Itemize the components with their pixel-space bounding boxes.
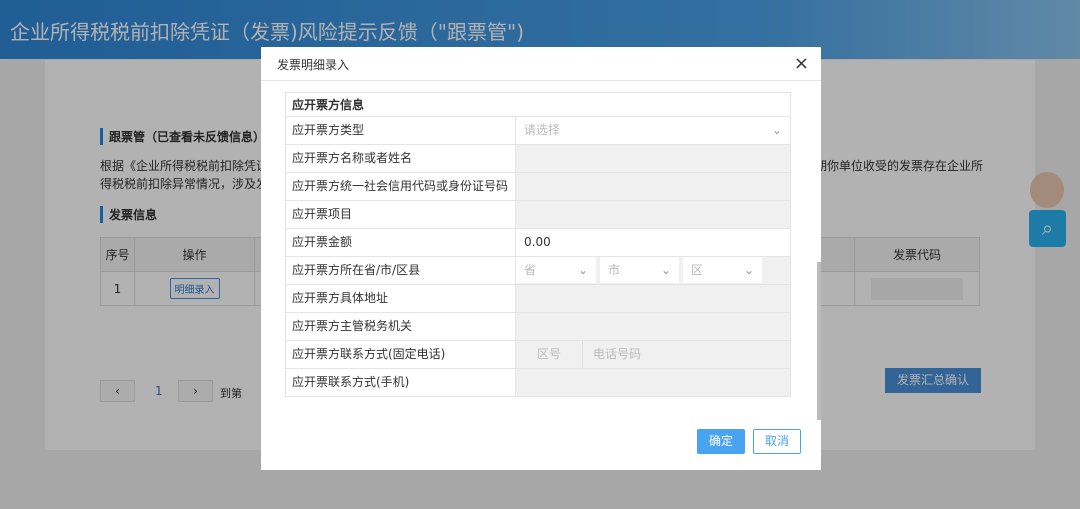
- area-code-input[interactable]: 区号: [516, 341, 583, 368]
- field-label: 应开票方所在省/市/区县: [286, 257, 516, 284]
- invoice-item-input[interactable]: [516, 201, 790, 228]
- scrollbar[interactable]: [817, 262, 821, 420]
- credit-code-input[interactable]: [516, 173, 790, 200]
- chevron-down-icon: ⌄: [771, 123, 782, 137]
- field-label: 应开票方联系方式(固定电话): [286, 341, 516, 368]
- field-label: 应开票方具体地址: [286, 285, 516, 312]
- section-issuer-info: 应开票方信息: [285, 92, 791, 117]
- field-label: 应开票项目: [286, 201, 516, 228]
- cancel-button[interactable]: 取消: [753, 429, 801, 454]
- invoice-form: 应开票方信息 应开票方类型 请选择 ⌄ 应开票方名称或者姓名 应开票方统一社会信用代…: [285, 92, 791, 397]
- dialog-title: 发票明细录入: [277, 58, 350, 72]
- field-label: 应开票方类型: [286, 117, 516, 144]
- district-select[interactable]: 区 ⌄: [683, 257, 762, 283]
- address-input[interactable]: [516, 285, 790, 312]
- close-icon[interactable]: ×: [794, 53, 809, 74]
- field-label: 应开票方名称或者姓名: [286, 145, 516, 172]
- province-select[interactable]: 省 ⌄: [516, 257, 596, 283]
- mobile-input[interactable]: [516, 369, 790, 396]
- invoice-detail-dialog: 发票明细录入 × 应开票方信息 应开票方类型 请选择 ⌄ 应开票方名称或者姓名 应开…: [261, 47, 821, 470]
- divider: [261, 80, 821, 81]
- issuer-name-input[interactable]: [516, 145, 790, 172]
- city-select[interactable]: 市 ⌄: [600, 257, 679, 283]
- field-label: 应开票方主管税务机关: [286, 313, 516, 340]
- issuer-type-select[interactable]: 请选择 ⌄: [516, 117, 790, 144]
- field-label: 应开票联系方式(手机): [286, 369, 516, 396]
- tax-authority-input[interactable]: [516, 313, 790, 340]
- confirm-button[interactable]: 确定: [697, 429, 745, 454]
- field-label: 应开票方统一社会信用代码或身份证号码: [286, 173, 516, 200]
- amount-input[interactable]: 0.00: [516, 229, 790, 256]
- field-label: 应开票金额: [286, 229, 516, 256]
- phone-input[interactable]: 电话号码: [583, 347, 641, 361]
